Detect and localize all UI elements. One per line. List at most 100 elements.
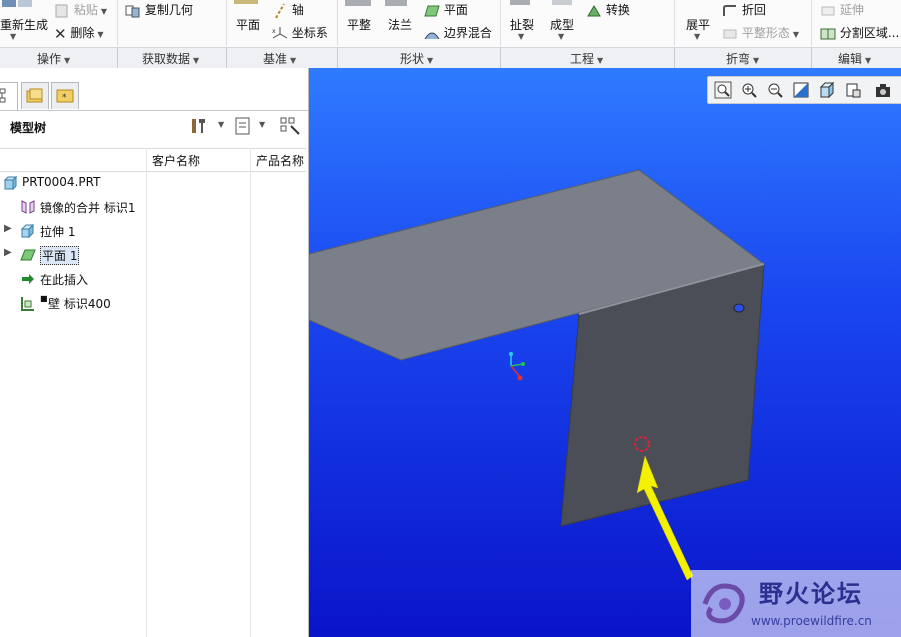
copy-geometry-icon <box>125 5 140 17</box>
coord-system-icon: x <box>272 26 288 38</box>
column-product-name[interactable]: 产品名称 <box>256 152 304 169</box>
copy-geometry-button[interactable]: 复制几何 <box>125 1 193 18</box>
regenerate-dropdown-caret[interactable]: ▼ <box>10 32 16 41</box>
engineering-tools-icons <box>510 0 572 5</box>
boundary-blend-icon <box>424 32 440 39</box>
group-separator <box>500 48 501 68</box>
datum-plane-button[interactable]: 平面 <box>236 16 260 33</box>
bend-back-label: 折回 <box>741 3 766 17</box>
delete-label: 删除 <box>70 26 95 40</box>
graphics-viewport[interactable]: 野火论坛 www.proewildfire.cn <box>309 68 901 637</box>
rip-button[interactable]: 扯裂 <box>510 16 534 33</box>
flat-pattern-icon <box>723 29 737 38</box>
paste-button[interactable]: 粘贴 ▼ <box>54 1 107 18</box>
model-tree-title: 模型树 <box>10 121 47 135</box>
sheetmetal-model[interactable] <box>309 68 901 637</box>
group-engineering[interactable]: 工程 ▼ <box>570 50 603 67</box>
ribbon-separator <box>226 0 227 46</box>
regenerate-icon <box>2 0 32 7</box>
tree-item-label: 在此插入 <box>40 273 89 287</box>
group-editing[interactable]: 编辑 ▼ <box>838 50 871 67</box>
expand-arrow-icon[interactable]: ▶ <box>4 247 12 258</box>
expand-arrow-icon[interactable]: ▶ <box>4 223 12 234</box>
column-customer-name[interactable]: 客户名称 <box>152 152 200 169</box>
bend-back-icon <box>723 4 736 16</box>
group-shapes-label: 形状 <box>400 52 425 66</box>
delete-icon: ✕ <box>54 24 67 43</box>
group-engineering-label: 工程 <box>570 52 595 66</box>
tree-item-label: 壁 标识400 <box>48 297 111 311</box>
ribbon-separator <box>811 0 812 46</box>
plane-surface-label: 平面 <box>443 3 468 17</box>
split-area-button[interactable]: 分割区域... <box>820 24 899 41</box>
ribbon-separator <box>117 0 118 46</box>
tab-folder-browser[interactable] <box>21 82 49 109</box>
svg-text:x: x <box>272 28 276 35</box>
group-datum-label: 基准 <box>263 52 288 66</box>
unbend-dropdown-caret[interactable]: ▼ <box>694 32 700 41</box>
tree-item-label: 镜像的合并 标识1 <box>40 201 136 215</box>
tree-item-extrude[interactable]: ▶ 拉伸 1 <box>0 220 146 242</box>
unbend-button[interactable]: 展平 <box>686 16 710 33</box>
flat-pattern-button[interactable]: 平整形态 ▼ <box>722 24 799 41</box>
group-datum[interactable]: 基准 ▼ <box>263 50 296 67</box>
form-dropdown-caret[interactable]: ▼ <box>558 32 564 41</box>
tree-columns-icon[interactable] <box>279 116 301 136</box>
part-icon <box>3 175 18 191</box>
bend-back-button[interactable]: 折回 <box>722 1 766 18</box>
ribbon-separator <box>337 0 338 46</box>
regenerate-button[interactable]: 重新生成 <box>0 16 48 33</box>
boundary-blend-button[interactable]: 边界混合 <box>424 24 492 41</box>
ribbon-group-bar: 操作 ▼ 获取数据 ▼ 基准 ▼ 形状 ▼ 工程 ▼ 折弯 ▼ 编辑 ▼ <box>0 47 901 69</box>
tree-item-flat-wall[interactable]: ▶ 平面 1 <box>0 244 146 266</box>
convert-button[interactable]: 转换 <box>586 1 630 18</box>
extrude-icon <box>20 223 35 239</box>
ribbon: 重新生成 ▼ 粘贴 ▼ ✕ 删除 ▼ 复制几何 平面 轴 x 坐标系 平整 法兰 平… <box>0 0 901 47</box>
left-panel: * 模型树 ▼ ▼ 客户名称 产品名称 PRT0004.PRT 镜像的合并 标识… <box>0 68 309 637</box>
group-bends[interactable]: 折弯 ▼ <box>726 50 759 67</box>
model-tree-header: 模型树 ▼ ▼ <box>0 111 306 141</box>
tab-favorites[interactable]: * <box>51 82 79 109</box>
tab-model-tree[interactable] <box>0 82 18 110</box>
forum-watermark: 野火论坛 www.proewildfire.cn <box>691 570 901 637</box>
shape-tools-icons <box>345 0 407 6</box>
convert-label: 转换 <box>605 3 630 17</box>
tree-column-header: 客户名称 产品名称 <box>0 148 306 172</box>
paste-label: 粘贴 <box>73 3 98 17</box>
group-editing-label: 编辑 <box>838 52 863 66</box>
split-area-icon <box>820 28 836 39</box>
delete-button[interactable]: ✕ 删除 ▼ <box>54 24 104 43</box>
tree-item-insert-here[interactable]: 在此插入 <box>0 268 146 290</box>
tree-item-mirror-merge[interactable]: 镜像的合并 标识1 <box>0 196 146 218</box>
coord-system-button[interactable]: x 坐标系 <box>272 24 328 42</box>
forum-logo-icon <box>702 583 745 624</box>
tree-filter-icon[interactable] <box>234 117 252 135</box>
tree-filter-dropdown[interactable]: ▼ <box>259 120 265 129</box>
flange-button[interactable]: 法兰 <box>388 16 412 33</box>
convert-icon <box>587 4 601 16</box>
wall-icon <box>21 297 34 311</box>
rip-dropdown-caret[interactable]: ▼ <box>518 32 524 41</box>
plane-surface-button[interactable]: 平面 <box>424 1 468 18</box>
tree-settings-icon[interactable] <box>190 117 210 135</box>
tree-item-wall[interactable]: ■ 壁 标识400 <box>0 292 146 314</box>
boundary-blend-label: 边界混合 <box>443 26 492 40</box>
group-separator <box>674 48 675 68</box>
flat-pattern-label: 平整形态 <box>741 26 790 40</box>
group-operations[interactable]: 操作 ▼ <box>37 50 70 67</box>
datum-plane-icon <box>234 0 258 4</box>
axis-button[interactable]: 轴 <box>272 1 304 19</box>
flat-wall-button[interactable]: 平整 <box>347 16 371 33</box>
split-area-label: 分割区域... <box>839 26 900 40</box>
tree-settings-dropdown[interactable]: ▼ <box>218 120 224 129</box>
form-button[interactable]: 成型 <box>550 16 574 33</box>
group-shapes[interactable]: 形状 ▼ <box>400 50 433 67</box>
coordinate-triad <box>509 352 525 381</box>
paste-icon <box>55 4 68 17</box>
axis-label: 轴 <box>291 3 304 17</box>
copy-geometry-label: 复制几何 <box>144 3 193 17</box>
group-get-data[interactable]: 获取数据 ▼ <box>142 50 199 67</box>
tree-item-part[interactable]: PRT0004.PRT <box>0 172 146 194</box>
panel-tabs: * <box>0 82 308 111</box>
extend-button[interactable]: 延伸 <box>820 1 864 18</box>
